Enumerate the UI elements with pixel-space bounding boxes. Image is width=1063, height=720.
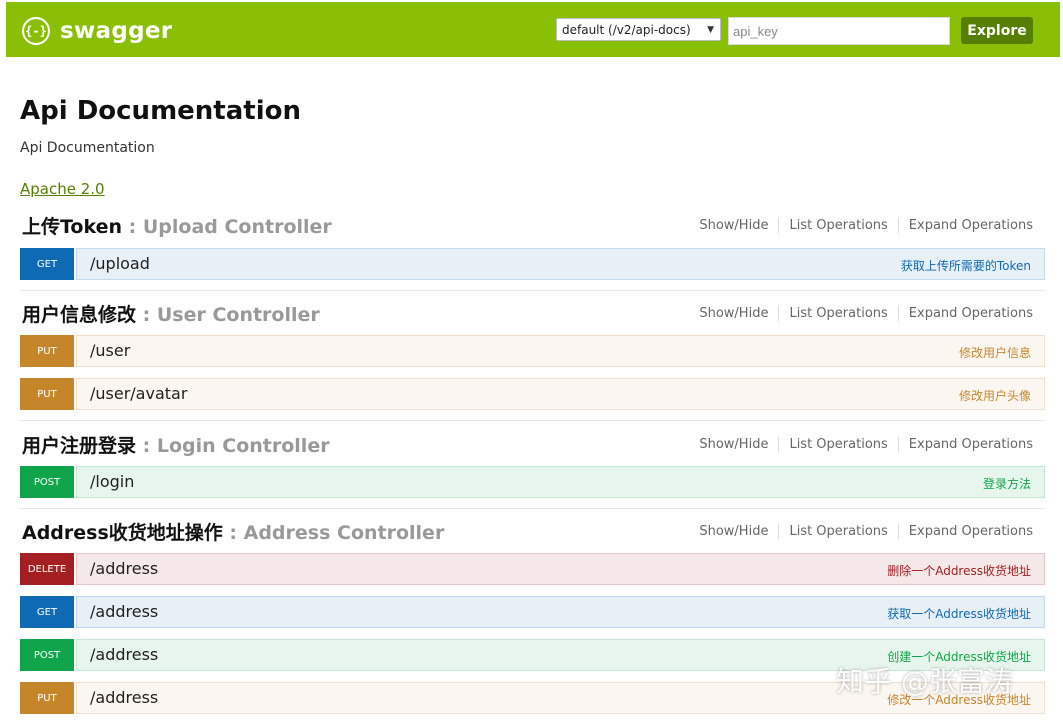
expand-operations-link[interactable]: Expand Operations (899, 218, 1033, 233)
operation-bar[interactable] (76, 378, 1045, 410)
operation-summary[interactable]: 获取一个Address收货地址 (887, 605, 1031, 622)
operation-summary[interactable]: 修改用户信息 (959, 344, 1031, 361)
operation-path[interactable]: /address (90, 645, 158, 664)
section-title-text: 上传Token (22, 216, 123, 238)
section-header: 用户注册登录 : Login Controller Show/Hide List… (20, 431, 1045, 459)
list-operations-link[interactable]: List Operations (779, 306, 899, 321)
swagger-logo-icon: {-} (22, 17, 50, 45)
operation-bar[interactable] (76, 466, 1045, 498)
method-badge[interactable]: PUT (20, 335, 74, 367)
list-operations-link[interactable]: List Operations (779, 524, 899, 539)
page-description: Api Documentation (20, 140, 155, 156)
swagger-logo-text: swagger (60, 18, 173, 44)
section-title[interactable]: 上传Token : Upload Controller (22, 212, 332, 239)
section-links: Show/Hide List Operations Expand Operati… (689, 218, 1033, 233)
zhihu-watermark: 知乎 @张富涛 (836, 665, 1013, 698)
expand-operations-link[interactable]: Expand Operations (899, 437, 1033, 452)
section-title[interactable]: 用户注册登录 : Login Controller (22, 431, 330, 458)
operation-path[interactable]: /user/avatar (90, 384, 187, 403)
operation-path[interactable]: /address (90, 688, 158, 707)
operation-row[interactable]: POST /login 登录方法 (20, 466, 1045, 498)
operation-path[interactable]: /address (90, 559, 158, 578)
section-controller-name: : Upload Controller (122, 216, 332, 238)
method-badge[interactable]: DELETE (20, 553, 74, 585)
section-header: 上传Token : Upload Controller Show/Hide Li… (20, 212, 1045, 240)
section-address-controller: Address收货地址操作 : Address Controller Show/… (20, 518, 1045, 714)
operation-row[interactable]: GET /address 获取一个Address收货地址 (20, 596, 1045, 628)
operation-row[interactable]: PUT /user 修改用户信息 (20, 335, 1045, 367)
top-bar: {-} swagger default (/v2/api-docs) ▼ api… (6, 2, 1060, 57)
operation-summary[interactable]: 删除一个Address收货地址 (887, 562, 1031, 579)
section-header: Address收货地址操作 : Address Controller Show/… (20, 518, 1045, 546)
section-links: Show/Hide List Operations Expand Operati… (689, 437, 1033, 452)
section-user-controller: 用户信息修改 : User Controller Show/Hide List … (20, 300, 1045, 421)
operation-path[interactable]: /address (90, 602, 158, 621)
method-badge[interactable]: GET (20, 596, 74, 628)
method-badge[interactable]: GET (20, 248, 74, 280)
section-title[interactable]: 用户信息修改 : User Controller (22, 300, 320, 327)
section-divider (20, 508, 1045, 509)
section-links: Show/Hide List Operations Expand Operati… (689, 306, 1033, 321)
operation-row[interactable]: PUT /user/avatar 修改用户头像 (20, 378, 1045, 410)
operation-bar[interactable] (76, 335, 1045, 367)
section-login-controller: 用户注册登录 : Login Controller Show/Hide List… (20, 431, 1045, 509)
section-controller-name: : Login Controller (136, 435, 330, 457)
license-link[interactable]: Apache 2.0 (20, 180, 105, 198)
method-badge[interactable]: PUT (20, 378, 74, 410)
method-badge[interactable]: POST (20, 466, 74, 498)
operation-summary[interactable]: 获取上传所需要的Token (901, 257, 1031, 274)
section-upload-controller: 上传Token : Upload Controller Show/Hide Li… (20, 212, 1045, 291)
section-title-text: 用户信息修改 (22, 304, 137, 326)
section-divider (20, 420, 1045, 421)
operation-bar[interactable] (76, 248, 1045, 280)
operation-row[interactable]: DELETE /address 删除一个Address收货地址 (20, 553, 1045, 585)
dropdown-arrow-icon: ▼ (707, 25, 714, 35)
section-controller-name: : User Controller (136, 304, 320, 326)
explore-button[interactable]: Explore (961, 17, 1033, 44)
page-title: Api Documentation (20, 96, 301, 126)
section-links: Show/Hide List Operations Expand Operati… (689, 524, 1033, 539)
api-spec-select[interactable]: default (/v2/api-docs) ▼ (556, 18, 721, 41)
list-operations-link[interactable]: List Operations (779, 437, 899, 452)
operation-summary[interactable]: 登录方法 (983, 475, 1031, 492)
show-hide-link[interactable]: Show/Hide (689, 524, 780, 539)
operation-row[interactable]: GET /upload 获取上传所需要的Token (20, 248, 1045, 280)
show-hide-link[interactable]: Show/Hide (689, 306, 780, 321)
section-title-text: 用户注册登录 (22, 435, 137, 457)
api-spec-select-value: default (/v2/api-docs) (562, 22, 691, 37)
show-hide-link[interactable]: Show/Hide (689, 437, 780, 452)
expand-operations-link[interactable]: Expand Operations (899, 524, 1033, 539)
operation-path[interactable]: /upload (90, 254, 150, 273)
show-hide-link[interactable]: Show/Hide (689, 218, 780, 233)
api-key-input[interactable]: api_key (728, 17, 950, 45)
method-badge[interactable]: PUT (20, 682, 74, 714)
operation-summary[interactable]: 修改用户头像 (959, 387, 1031, 404)
swagger-logo[interactable]: {-} swagger (22, 16, 172, 46)
section-controller-name: : Address Controller (222, 522, 445, 544)
method-badge[interactable]: POST (20, 639, 74, 671)
expand-operations-link[interactable]: Expand Operations (899, 306, 1033, 321)
section-divider (20, 290, 1045, 291)
section-title[interactable]: Address收货地址操作 : Address Controller (22, 518, 444, 545)
list-operations-link[interactable]: List Operations (779, 218, 899, 233)
operation-path[interactable]: /login (90, 472, 134, 491)
section-title-text: Address收货地址操作 (22, 522, 223, 544)
operation-path[interactable]: /user (90, 341, 130, 360)
section-header: 用户信息修改 : User Controller Show/Hide List … (20, 300, 1045, 328)
